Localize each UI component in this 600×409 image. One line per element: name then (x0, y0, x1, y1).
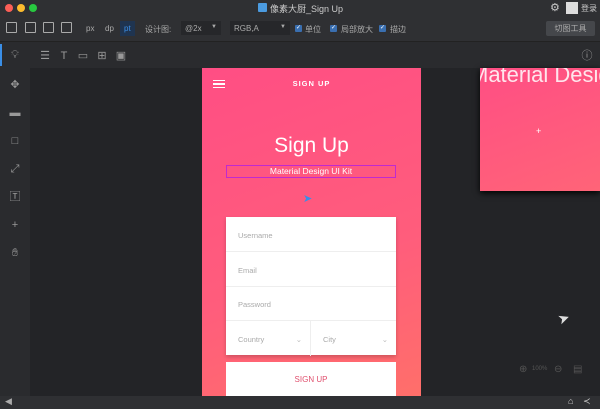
share-icon[interactable]: ≺ (583, 396, 591, 407)
avatar[interactable] (566, 2, 578, 14)
cursor-icon: ➤ (303, 193, 313, 205)
plus-icon[interactable]: + (8, 218, 22, 232)
scale-value: @2x (185, 24, 202, 33)
minimize-button[interactable] (17, 4, 25, 12)
subtitle[interactable]: Material Design UI Kit (226, 165, 396, 178)
maximize-button[interactable] (29, 4, 37, 12)
title-bar: 像素大厨_Sign Up ⚙ 登录 (0, 0, 600, 16)
page-title: Sign Up (274, 134, 349, 157)
chevron-down-icon: ⌄ (381, 335, 388, 344)
bulb-icon[interactable]: 💡︎ (8, 48, 22, 62)
scale-select[interactable]: @2x ▼ (181, 21, 221, 35)
checkbox-stroke[interactable]: ✓ (379, 25, 386, 32)
window-title: 像素大厨_Sign Up (270, 4, 344, 14)
chevron-down-icon: ⌄ (295, 335, 302, 344)
align-icon[interactable]: ☰ (38, 49, 52, 63)
country-select[interactable]: Country ⌄ (226, 321, 311, 356)
new-file-icon[interactable] (6, 22, 17, 33)
app-icon (258, 3, 267, 12)
tool-sidebar: 💡︎ ✥ ▬ □ ⤢ 🅃︎ + ✋︎ (0, 42, 30, 396)
ruler-icon[interactable]: ▬ (8, 106, 22, 120)
move-icon[interactable]: ✥ (8, 78, 22, 92)
export-icon[interactable] (61, 22, 72, 33)
frame-icon[interactable]: ▣ (114, 49, 128, 63)
color-format-value: RGB,A (234, 24, 259, 33)
zoom-in-icon[interactable]: ⊕ (519, 364, 527, 375)
collapse-icon[interactable]: ◀ (5, 396, 12, 407)
signup-button[interactable]: SIGN UP (226, 362, 396, 396)
rectangle-icon[interactable]: ▭ (76, 49, 90, 63)
rect-select-icon[interactable]: □ (8, 134, 22, 148)
header-title: SIGN UP (292, 79, 331, 88)
save-icon[interactable] (43, 22, 54, 33)
active-indicator (0, 44, 2, 66)
email-field[interactable]: Email (226, 252, 396, 287)
unit-pt[interactable]: pt (120, 21, 135, 36)
folder-icon[interactable] (25, 22, 36, 33)
close-button[interactable] (5, 4, 13, 12)
eyedropper-icon[interactable]: ⤢ (8, 162, 22, 176)
city-select[interactable]: City ⌄ (311, 321, 396, 356)
checkbox-zoom[interactable]: ✓ (330, 25, 337, 32)
city-value: City (323, 335, 336, 344)
chevron-down-icon: ▼ (280, 24, 286, 30)
password-field[interactable]: Password (226, 286, 396, 321)
artboard-secondary[interactable]: Material Design + (480, 68, 600, 191)
zoom-level: 100% (532, 366, 548, 372)
slice-tool-button[interactable]: 切图工具 (546, 21, 595, 36)
chevron-down-icon: ▼ (211, 24, 217, 30)
signup-form: Username Email Password Country ⌄ City ⌄ (226, 217, 396, 356)
unit-px[interactable]: px (86, 24, 94, 33)
country-value: Country (238, 335, 265, 344)
mouse-pointer-icon: ➤ (555, 308, 572, 328)
checkbox-zoom-label: 局部放大 (341, 25, 373, 34)
zoom-out-icon[interactable]: ⊖ (554, 364, 562, 375)
design-label: 设计图: (145, 25, 172, 34)
home-icon[interactable]: ⌂ (568, 396, 573, 406)
checkbox-unit[interactable]: ✓ (295, 25, 302, 32)
artboard-text: Material Design (480, 68, 600, 87)
unit-dp[interactable]: dp (105, 24, 114, 33)
username-field[interactable]: Username (226, 217, 396, 252)
grid-icon[interactable]: ⊞ (95, 49, 109, 63)
color-format-select[interactable]: RGB,A ▼ (230, 21, 290, 35)
crosshair-icon: + (536, 126, 542, 136)
text-icon[interactable]: T (57, 49, 71, 63)
fit-screen-icon[interactable]: ▤ (573, 364, 582, 375)
gear-icon[interactable]: ⚙ (550, 1, 560, 14)
bottom-bar: ◀ ⌂ ≺ (0, 396, 600, 409)
checkbox-stroke-label: 描边 (390, 25, 406, 34)
info-icon[interactable]: ⓘ (580, 49, 594, 63)
artboard-sign-up[interactable]: SIGN UP Sign Up Material Design UI Kit ➤… (202, 68, 421, 396)
login-link[interactable]: 登录 (581, 3, 597, 14)
checkbox-unit-label: 单位 (305, 25, 321, 34)
text-tool-icon[interactable]: 🅃︎ (8, 190, 22, 204)
hand-icon[interactable]: ✋︎ (8, 246, 22, 260)
